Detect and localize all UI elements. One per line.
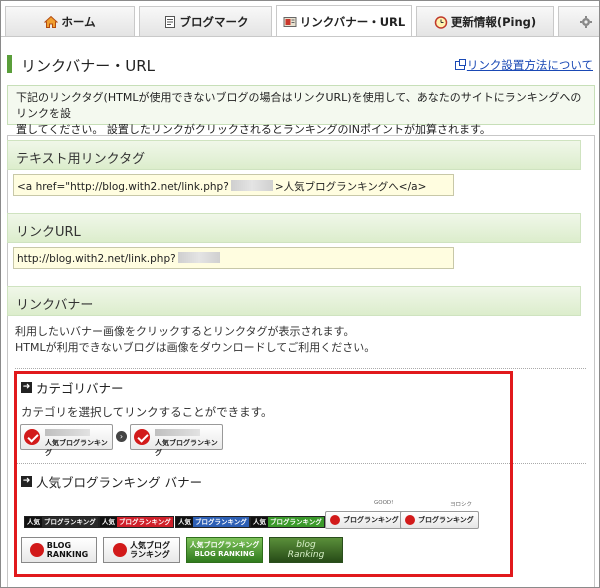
external-window-icon bbox=[454, 58, 466, 70]
page-frame: ホーム ブログマーク リンクバナー・URL 更新情報(Ping) リンクバナー・… bbox=[0, 0, 600, 588]
divider bbox=[15, 368, 586, 369]
tab-home[interactable]: ホーム bbox=[5, 6, 135, 36]
tab-blogmark[interactable]: ブログマーク bbox=[139, 6, 272, 36]
tab-update-ping-label: 更新情報(Ping) bbox=[450, 14, 537, 29]
tab-blogmark-label: ブログマーク bbox=[179, 14, 249, 29]
tab-link-banner-label: リンクバナー・URL bbox=[299, 14, 406, 29]
page-title: リンクバナー・URL bbox=[21, 57, 156, 75]
document-icon bbox=[164, 15, 175, 28]
highlight-box bbox=[14, 371, 513, 577]
gear-icon bbox=[580, 15, 592, 28]
link-setup-help-link[interactable]: リンク設置方法について bbox=[454, 57, 593, 73]
link-banner-heading: リンクバナー bbox=[7, 286, 581, 316]
link-url-field[interactable]: http://blog.with2.net/link.php? bbox=[13, 247, 454, 269]
clock-icon bbox=[434, 15, 448, 29]
link-url-value: http://blog.with2.net/link.php? bbox=[17, 253, 176, 265]
text-link-tag-heading: テキスト用リンクタグ bbox=[7, 140, 581, 170]
text-link-tag-field[interactable]: <a href="http://blog.with2.net/link.php?… bbox=[13, 174, 454, 196]
tab-bar: ホーム ブログマーク リンクバナー・URL 更新情報(Ping) bbox=[1, 1, 599, 37]
link-banner-help: 利用したいバナー画像をクリックするとリンクタグが表示されます。 HTMLが利用で… bbox=[15, 324, 375, 356]
tab-home-label: ホーム bbox=[61, 14, 96, 29]
intro-notice: 下記のリンクタグ(HTMLが使用できないブログの場合はリンクURL)を使用して、… bbox=[7, 85, 595, 136]
home-icon bbox=[44, 15, 59, 28]
heading-marker bbox=[7, 55, 12, 73]
tab-link-banner[interactable]: リンクバナー・URL bbox=[276, 5, 412, 37]
page-header: リンクバナー・URL リンク設置方法について bbox=[7, 53, 595, 77]
text-link-tag-suffix: >人気ブログランキングへ</a> bbox=[274, 181, 427, 193]
tab-update-ping[interactable]: 更新情報(Ping) bbox=[416, 6, 554, 36]
redacted-id bbox=[230, 180, 273, 191]
redacted-id bbox=[177, 252, 220, 263]
tab-settings[interactable] bbox=[558, 6, 599, 36]
link-url-heading: リンクURL bbox=[7, 213, 581, 243]
link-banner-help-2: HTMLが利用できないブログは画像をダウンロードしてご利用ください。 bbox=[15, 341, 376, 354]
tab-bar-baseline bbox=[1, 36, 599, 37]
link-banner-help-1: 利用したいバナー画像をクリックするとリンクタグが表示されます。 bbox=[15, 325, 355, 338]
intro-line-1: 下記のリンクタグ(HTMLが使用できないブログの場合はリンクURL)を使用して、… bbox=[16, 91, 582, 120]
link-setup-help-label: リンク設置方法について bbox=[466, 58, 593, 72]
text-link-tag-prefix: <a href="http://blog.with2.net/link.php? bbox=[17, 181, 229, 193]
banner-icon bbox=[283, 16, 297, 27]
